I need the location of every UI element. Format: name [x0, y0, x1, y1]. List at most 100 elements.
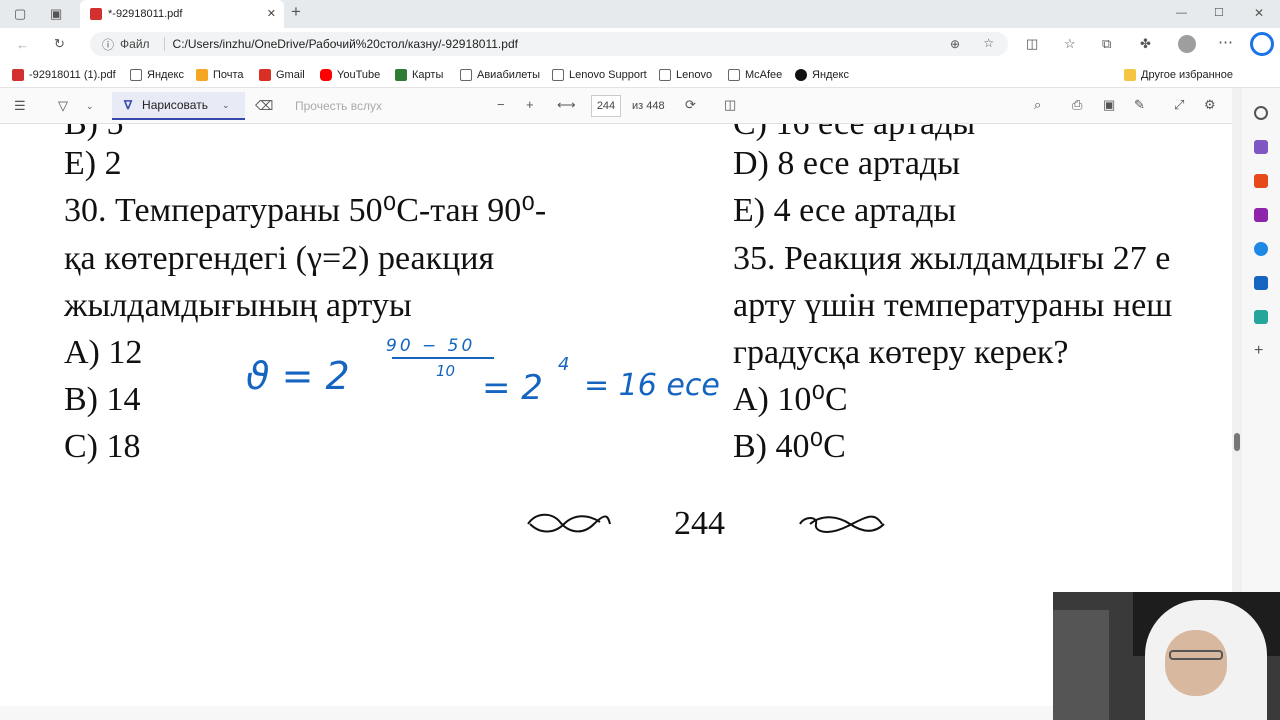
- favorites-icon[interactable]: ☆: [1064, 37, 1076, 51]
- left-line-1: E) 2: [64, 145, 122, 182]
- workspaces-icon[interactable]: ▢: [14, 7, 26, 21]
- fullscreen-icon[interactable]: ⤢: [1174, 98, 1184, 112]
- edge-sidebar: +: [1244, 88, 1280, 608]
- sidebar-toolbox-icon[interactable]: [1254, 174, 1268, 188]
- bookmark-avia[interactable]: Авиабилеты: [460, 67, 540, 83]
- bookmark-youtube[interactable]: YouTube: [320, 67, 380, 83]
- bookmark-label: Яндекс: [147, 69, 184, 81]
- bookmark-pdf[interactable]: -92918011 (1).pdf: [12, 67, 116, 83]
- bookmark-lenovo-support[interactable]: Lenovo Support: [552, 67, 647, 83]
- other-bookmarks[interactable]: Другое избранное: [1124, 67, 1233, 83]
- bookmark-yandex-2[interactable]: Яндекс: [795, 67, 849, 83]
- maximize-button[interactable]: ☐: [1214, 6, 1224, 20]
- ink-exp-top: 90 − 50: [386, 336, 476, 356]
- bookmark-lenovo[interactable]: Lenovo: [659, 67, 712, 83]
- right-line-0: C) 16 есе артады: [733, 124, 975, 144]
- sidebar-tag-icon[interactable]: [1254, 140, 1268, 154]
- close-window-button[interactable]: ✕: [1254, 6, 1264, 20]
- sidebar-games-icon[interactable]: [1254, 208, 1268, 222]
- fit-width-icon[interactable]: ⟷: [557, 98, 576, 112]
- left-line-7: C) 18: [64, 428, 141, 465]
- sidebar-m365-icon[interactable]: [1254, 242, 1268, 256]
- webcam-background-chair: [1053, 610, 1109, 720]
- page-icon: [460, 69, 472, 81]
- favorite-star-icon[interactable]: ☆: [983, 36, 994, 50]
- right-line-2: E) 4 есе артады: [733, 192, 957, 229]
- left-line-4: жылдамдығының артуы: [64, 287, 412, 324]
- zoom-out-button[interactable]: −: [497, 98, 505, 112]
- read-aloud-button[interactable]: Прочесть вслух: [295, 99, 382, 113]
- bookmark-gmail[interactable]: Gmail: [259, 67, 305, 83]
- bookmark-label: -92918011 (1).pdf: [29, 69, 116, 81]
- address-field[interactable]: ⓘ Файл C:/Users/inzhu/OneDrive/Рабочий%2…: [90, 32, 1008, 56]
- ink-exp-bottom: 10: [436, 362, 456, 380]
- extensions-icon[interactable]: ✤: [1140, 37, 1151, 51]
- rotate-icon[interactable]: ⟳: [685, 98, 696, 112]
- right-line-1: D) 8 есе артады: [733, 145, 961, 182]
- split-screen-icon[interactable]: ◫: [1026, 37, 1038, 51]
- copilot-icon[interactable]: [1250, 32, 1274, 56]
- sidebar-designer-icon[interactable]: [1254, 310, 1268, 324]
- youtube-icon: [320, 69, 332, 81]
- folder-icon: [1124, 69, 1136, 81]
- sidebar-add-icon[interactable]: +: [1254, 343, 1263, 359]
- draw-button[interactable]: ∇ Нарисовать ⌄: [112, 92, 245, 120]
- page-total: из 448: [632, 100, 665, 112]
- sidebar-outlook-icon[interactable]: [1254, 276, 1268, 290]
- bookmark-maps[interactable]: Карты: [395, 67, 443, 83]
- collections-icon[interactable]: ⧉: [1102, 37, 1111, 51]
- refresh-icon[interactable]: ↻: [54, 37, 65, 51]
- bookmark-label: McAfee: [745, 69, 783, 81]
- address-bar-row: ← ↻ ⓘ Файл C:/Users/inzhu/OneDrive/Рабоч…: [0, 28, 1280, 62]
- bookmark-mcafee[interactable]: McAfee: [728, 67, 782, 83]
- new-tab-button[interactable]: +: [291, 3, 301, 20]
- bookmark-label: Lenovo: [676, 69, 713, 81]
- sidebar-search-icon[interactable]: [1254, 106, 1268, 120]
- info-icon[interactable]: ⓘ: [102, 36, 114, 53]
- save-as-icon[interactable]: ✎: [1134, 98, 1145, 112]
- handwriting-annotation: ϑ = 2 90 − 50 10 = 2 4 = 16 есе: [244, 336, 720, 416]
- draw-label: Нарисовать: [142, 98, 208, 112]
- address-prefix: Файл: [120, 37, 150, 51]
- search-icon[interactable]: ⌕: [1034, 98, 1041, 112]
- page-icon: [552, 69, 564, 81]
- ink-lhs: ϑ = 2: [246, 354, 350, 398]
- zoom-icon[interactable]: ⊕: [950, 37, 960, 51]
- zoom-in-button[interactable]: +: [526, 98, 534, 112]
- tab-bar: ▢ ▣ *-92918011.pdf ✕ + — ☐ ✕: [0, 0, 1280, 28]
- webcam-glasses: [1169, 650, 1223, 660]
- ink-rhs: = 2: [482, 368, 543, 408]
- bookmark-mail[interactable]: Почта: [196, 67, 244, 83]
- bookmark-label: Авиабилеты: [477, 69, 541, 81]
- chevron-down-icon[interactable]: ⌄: [86, 99, 94, 113]
- more-menu-icon[interactable]: ⋯: [1218, 35, 1233, 50]
- save-icon[interactable]: ▣: [1103, 98, 1115, 112]
- other-bookmarks-label: Другое избранное: [1141, 69, 1233, 81]
- left-line-6: B) 14: [64, 381, 141, 418]
- bookmark-label: Почта: [213, 69, 244, 81]
- settings-icon[interactable]: ⚙: [1204, 98, 1216, 112]
- address-divider: [163, 37, 165, 51]
- back-icon[interactable]: ←: [16, 38, 29, 52]
- minimize-button[interactable]: —: [1176, 6, 1187, 20]
- yandex-icon: [795, 69, 807, 81]
- page-number: 244: [674, 505, 725, 542]
- right-line-5: градусқа көтеру керек?: [733, 334, 1069, 371]
- tab-actions-icon[interactable]: ▣: [50, 7, 62, 21]
- ink-result: = 16 есе: [584, 368, 720, 403]
- bookmark-yandex[interactable]: Яндекс: [130, 67, 184, 83]
- scrollbar-thumb[interactable]: [1234, 433, 1240, 451]
- print-icon[interactable]: ⎙: [1072, 98, 1082, 112]
- eraser-icon[interactable]: ⌫: [255, 99, 273, 113]
- profile-avatar[interactable]: [1178, 35, 1196, 53]
- tab-pdf[interactable]: *-92918011.pdf ✕: [80, 0, 284, 28]
- tab-close-icon[interactable]: ✕: [267, 7, 276, 20]
- highlight-icon[interactable]: ▽: [58, 99, 68, 113]
- tab-title: *-92918011.pdf: [108, 8, 183, 20]
- page-number-input[interactable]: 244: [591, 95, 621, 117]
- pdf-file-icon: [90, 8, 102, 20]
- address-url: C:/Users/inzhu/OneDrive/Рабочий%20стол/к…: [172, 37, 518, 51]
- contents-icon[interactable]: ☰: [14, 99, 26, 113]
- page-view-icon[interactable]: ◫: [724, 98, 736, 112]
- bookmark-label: Gmail: [276, 69, 305, 81]
